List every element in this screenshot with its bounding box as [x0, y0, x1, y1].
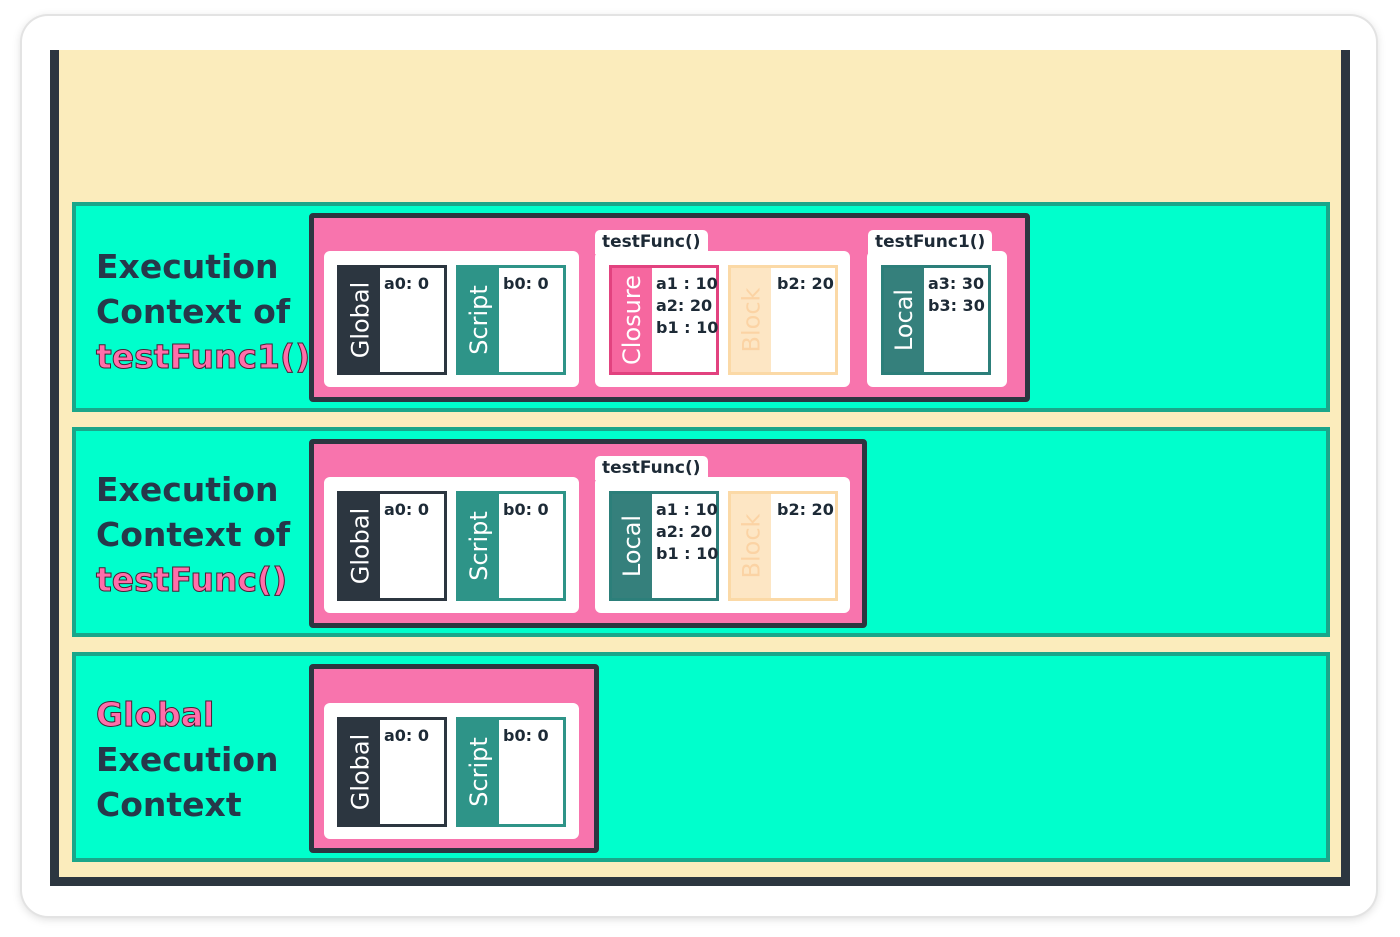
script-scope-tag: Script	[459, 720, 499, 824]
global-execution-context: Global Execution Context	[72, 652, 1330, 862]
block-scope-values: b2: 20	[777, 500, 834, 519]
closure-scope: Closure a1 : 10 a2: 20 b1 : 10	[609, 265, 719, 375]
global-scope-values: a0: 0	[384, 726, 430, 745]
global-scope-tag: Global	[340, 720, 380, 824]
script-scope-tag: Script	[459, 268, 499, 372]
global-scope: Global a0: 0	[337, 717, 447, 827]
block-scope: Block b2: 20	[728, 265, 838, 375]
block-scope: Block b2: 20	[728, 491, 838, 601]
local-scope-tag: Local	[612, 494, 652, 598]
execution-context-label: Execution Context of testFunc()	[95, 467, 291, 602]
global-scope-tag: Global	[340, 268, 380, 372]
closure-scope-tag: Closure	[612, 268, 652, 372]
local-scope: Local a3: 30 b3: 30	[881, 265, 991, 375]
script-scope-values: b0: 0	[503, 726, 549, 745]
global-highlight: Global	[95, 695, 215, 735]
label-line: Execution	[96, 247, 279, 286]
block-scope-tag: Block	[731, 494, 771, 598]
label-line: Context of	[96, 292, 291, 331]
script-scope: Script b0: 0	[456, 491, 566, 601]
function-name: testFunc1()	[95, 337, 311, 377]
global-scope: Global a0: 0	[337, 265, 447, 375]
local-scope: Local a1 : 10 a2: 20 b1 : 10	[609, 491, 719, 601]
execution-context-label: Execution Context of testFunc1()	[95, 244, 311, 379]
label-line: Execution	[96, 740, 279, 779]
label-line: Context	[96, 785, 242, 824]
global-scope: Global a0: 0	[337, 491, 447, 601]
script-scope-values: b0: 0	[503, 500, 549, 519]
local-scope-values: a3: 30 b3: 30	[928, 274, 985, 315]
local-scope-values: a1 : 10 a2: 20 b1 : 10	[656, 500, 719, 563]
script-scope-values: b0: 0	[503, 274, 549, 293]
script-scope: Script b0: 0	[456, 265, 566, 375]
local-scope-tag: Local	[884, 268, 924, 372]
block-scope-values: b2: 20	[777, 274, 834, 293]
global-scope-values: a0: 0	[384, 500, 430, 519]
label-line: Context of	[96, 515, 291, 554]
label-line: Execution	[96, 470, 279, 509]
closure-scope-values: a1 : 10 a2: 20 b1 : 10	[656, 274, 719, 337]
function-name: testFunc()	[95, 560, 288, 600]
script-scope-tag: Script	[459, 494, 499, 598]
block-scope-tag: Block	[731, 268, 771, 372]
script-scope: Script b0: 0	[456, 717, 566, 827]
execution-context-label: Global Execution Context	[95, 692, 279, 827]
global-scope-values: a0: 0	[384, 274, 430, 293]
global-scope-tag: Global	[340, 494, 380, 598]
